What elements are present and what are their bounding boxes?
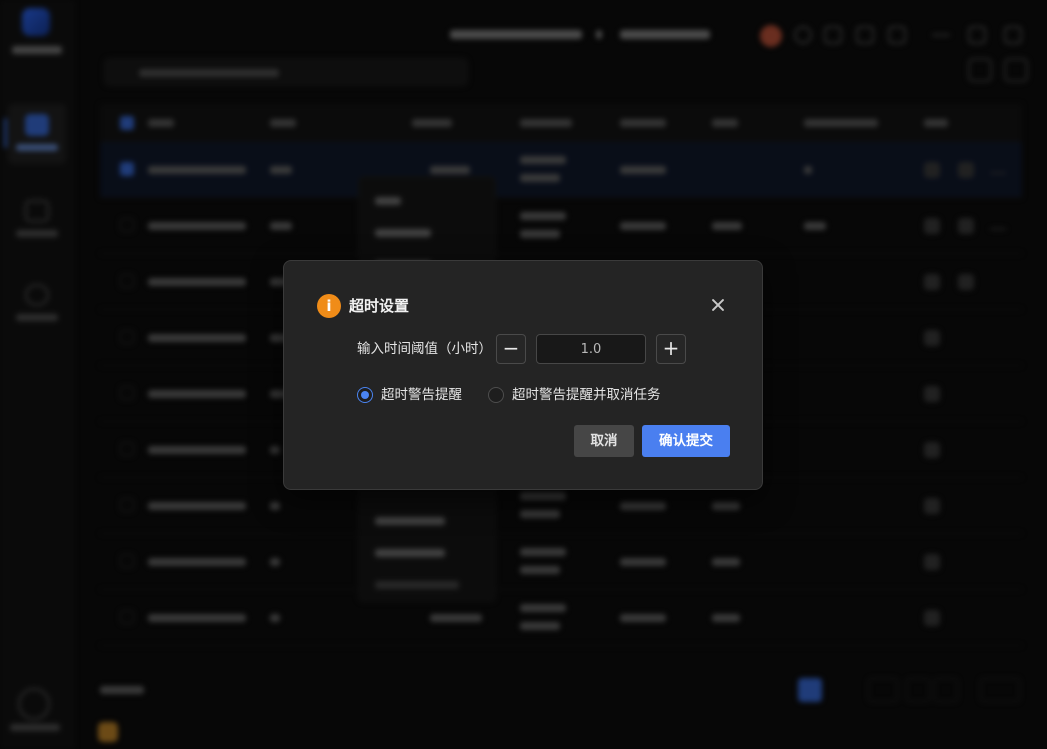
radio-warning-only[interactable]: 超时警告提醒	[357, 385, 477, 405]
close-icon[interactable]	[708, 295, 728, 315]
radio-dot	[357, 387, 373, 403]
decrement-button[interactable]: −	[496, 334, 526, 364]
radio-warning-and-cancel[interactable]: 超时警告提醒并取消任务	[488, 385, 678, 405]
increment-button[interactable]: +	[656, 334, 686, 364]
threshold-label: 输入时间阈值（小时）	[357, 341, 492, 357]
radio-label: 超时警告提醒	[381, 387, 462, 403]
minus-icon: −	[502, 336, 520, 360]
radio-label: 超时警告提醒并取消任务	[512, 387, 661, 403]
radio-dot	[488, 387, 504, 403]
confirm-submit-button[interactable]: 确认提交	[642, 425, 730, 457]
threshold-input[interactable]	[536, 334, 646, 364]
info-icon: i	[317, 294, 341, 318]
plus-icon: +	[662, 336, 680, 360]
timeout-settings-dialog: i 超时设置 输入时间阈值（小时） − + 超时警告提醒 超时警告提醒并取消任务…	[283, 260, 763, 490]
cancel-button[interactable]: 取消	[574, 425, 634, 457]
dialog-title: 超时设置	[349, 297, 410, 315]
